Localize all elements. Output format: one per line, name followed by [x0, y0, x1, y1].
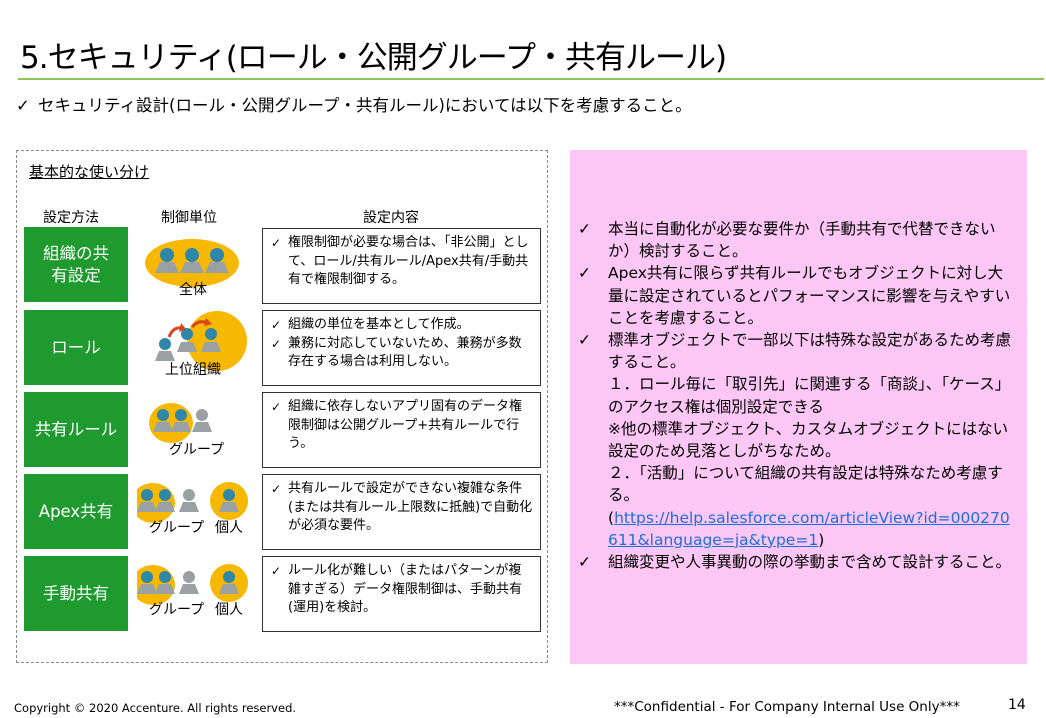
- unit-cell: グループ: [137, 395, 267, 473]
- unit-label: グループ: [149, 602, 205, 618]
- unit-label: 個人: [215, 602, 243, 618]
- header-content: 設定内容: [363, 210, 419, 226]
- check-icon: ✓: [271, 318, 282, 332]
- unit-cell: 全体: [137, 229, 267, 307]
- check-icon: ✓: [271, 336, 282, 351]
- checkmark-icon: ✓: [16, 96, 30, 115]
- intro-text: セキュリティ設計(ロール・公開グループ・共有ルール)においては以下を考慮すること…: [38, 96, 692, 115]
- confidential-notice: ***Confidential - For Company Internal U…: [614, 699, 960, 715]
- content-item: ✓ 兼務に対応していないため、兼務が多数存在する場合は利用しない。: [271, 335, 534, 372]
- check-icon: ✓: [271, 400, 282, 414]
- method-role: ロール: [24, 310, 128, 385]
- note-item: ✓ 標準オブジェクトで一部以下は特殊な設定があるため考慮すること。: [578, 329, 1018, 373]
- unit-label: グループ: [149, 520, 205, 536]
- content-item: ✓ 組織に依存しないアプリ固有のデータ権限制御は公開グループ+共有ルールで行う。: [271, 398, 534, 454]
- check-icon: ✓: [271, 564, 282, 578]
- check-icon: ✓: [271, 236, 282, 250]
- method-manual-sharing: 手動共有: [24, 556, 128, 631]
- method-sharing-rule: 共有ルール: [24, 392, 128, 467]
- checkmark-icon: ✓: [578, 331, 591, 350]
- note-item: ✓ 本当に自動化が必要な要件か（手動共有で代替できないか）検討すること。: [578, 218, 1018, 262]
- content-item: ✓ 共有ルールで設定ができない複雑な条件(または共有ルール上限数に抵触)で自動化が…: [271, 480, 534, 536]
- unit-label: 個人: [215, 520, 243, 536]
- help-link[interactable]: https://help.salesforce.com/articleView?…: [608, 509, 1010, 549]
- usage-panel: 基本的な使い分け 設定方法 制御単位 設定内容 組織の共 有設定 全体 ✓ 権限制…: [16, 150, 548, 663]
- content-box: ✓ 共有ルールで設定ができない複雑な条件(または共有ルール上限数に抵触)で自動化が…: [262, 474, 541, 550]
- content-box: ✓ 組織の単位を基本として作成。 ✓ 兼務に対応していないため、兼務が多数存在する場…: [262, 310, 541, 386]
- page-title: 5.セキュリティ(ロール・公開グループ・共有ルール): [20, 40, 727, 76]
- method-org-sharing: 組織の共 有設定: [24, 227, 128, 302]
- title-divider: [18, 78, 1044, 80]
- header-method: 設定方法: [43, 210, 99, 226]
- group-and-person-icon: [137, 564, 248, 605]
- note-item: ✓ Apex共有に限らず共有ルールでもオブジェクトに対し大量に設定されているとパフ…: [578, 262, 1018, 329]
- usage-panel-title: 基本的な使い分け: [29, 163, 150, 181]
- header-unit: 制御単位: [161, 210, 217, 226]
- content-box: ✓ ルール化が難しい（またはパターンが複雑すぎる）データ権限制御は、手動共有(運用…: [262, 556, 541, 632]
- content-item: ✓ 権限制御が必要な場合は、「非公開」として、ロール/共有ルール/Apex共有/手…: [271, 234, 534, 290]
- note-subitem: ※他の標準オブジェクト、カスタムオブジェクトにはない設定のため見落としがちなため…: [608, 419, 1009, 461]
- unit-cell: グループ 個人: [137, 563, 267, 641]
- note-subitem: ２．「活動」について組織の共有設定は特殊なため考慮する。: [608, 464, 1003, 505]
- content-box: ✓ 組織に依存しないアプリ固有のデータ権限制御は公開グループ+共有ルールで行う。: [262, 392, 541, 468]
- checkmark-icon: ✓: [578, 264, 591, 283]
- unit-label: 上位組織: [165, 362, 221, 378]
- copyright: Copyright © 2020 Accenture. All rights r…: [14, 701, 297, 715]
- content-item: ✓ ルール化が難しい（またはパターンが複雑すぎる）データ権限制御は、手動共有(運用…: [271, 562, 534, 618]
- content-item: ✓ 組織の単位を基本として作成。: [271, 316, 534, 335]
- help-link-line: (https://help.salesforce.com/articleView…: [608, 508, 1010, 549]
- note-item: ✓ 組織変更や人事異動の際の挙動まで含めて設計すること。: [578, 551, 1018, 573]
- checkmark-icon: ✓: [578, 220, 591, 238]
- considerations-panel: ✓ 本当に自動化が必要な要件か（手動共有で代替できないか）検討すること。 ✓ Ape…: [570, 150, 1027, 664]
- unit-cell: グループ 個人: [137, 481, 267, 559]
- intro-line: ✓ セキュリティ設計(ロール・公開グループ・共有ルール)においては以下を考慮するこ…: [16, 92, 692, 116]
- page-number: 14: [1008, 697, 1026, 713]
- group-and-person-icon: [137, 482, 248, 523]
- method-apex-sharing: Apex共有: [24, 474, 128, 549]
- checkmark-icon: ✓: [578, 553, 591, 572]
- content-box: ✓ 権限制御が必要な場合は、「非公開」として、ロール/共有ルール/Apex共有/手…: [262, 228, 541, 304]
- unit-cell: 上位組織: [137, 311, 267, 389]
- unit-label: グループ: [169, 442, 225, 458]
- unit-label: 全体: [179, 282, 207, 298]
- note-subitem: １．ロール毎に「取引先」に関連する「商談」、「ケース」のアクセス権は個別設定でき…: [608, 375, 1011, 416]
- check-icon: ✓: [271, 482, 282, 496]
